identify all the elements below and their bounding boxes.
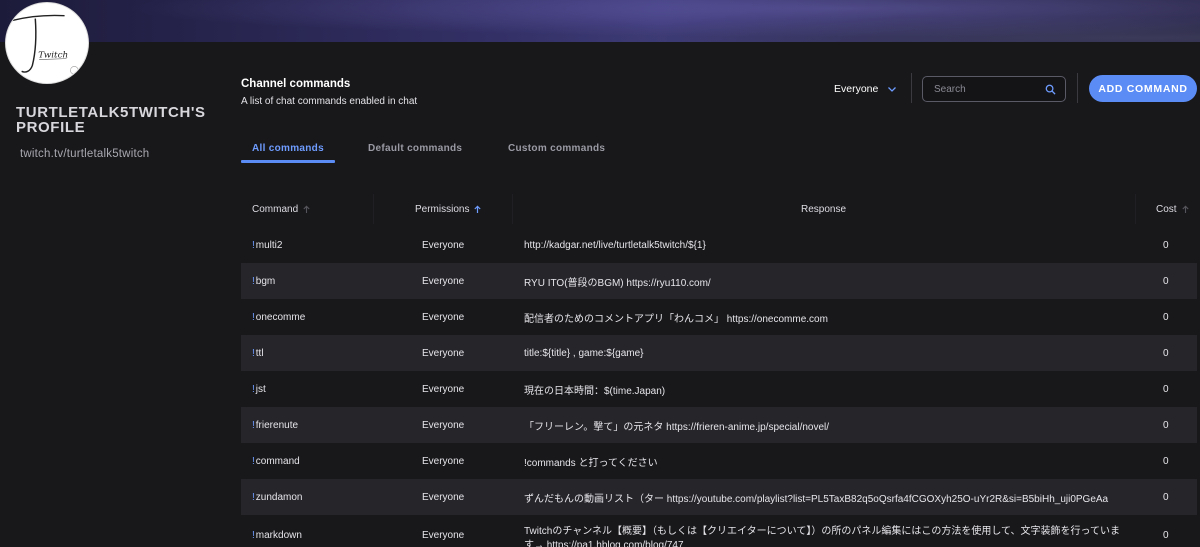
column-divider xyxy=(373,194,374,224)
command-name: command xyxy=(255,455,300,467)
permission-cell: Everyone xyxy=(422,275,465,287)
permission-cell: Everyone xyxy=(422,529,465,541)
command-name: onecomme xyxy=(255,311,306,323)
command-prefix: ! xyxy=(252,529,255,541)
active-tab-indicator xyxy=(241,160,335,163)
sort-arrow-up-icon xyxy=(474,205,482,213)
table-row[interactable]: ! multi2 Everyone http://kadgar.net/live/… xyxy=(241,227,1197,263)
command-name: jst xyxy=(255,383,266,395)
command-cell: ! zundamon xyxy=(252,479,302,515)
column-header-cost-label: Cost xyxy=(1156,204,1177,215)
command-prefix: ! xyxy=(252,275,255,287)
column-header-response-label: Response xyxy=(801,204,847,215)
search-icon[interactable] xyxy=(1045,84,1056,95)
response-cell: Twitchのチャンネル【概要】（もしくは【クリエイターについて】）の所のパネル… xyxy=(524,526,1121,547)
permission-filter-dropdown[interactable]: Everyone xyxy=(826,76,902,102)
permission-cell: Everyone xyxy=(422,239,465,251)
cost-cell: 0 xyxy=(1163,347,1169,359)
cost-cell: 0 xyxy=(1163,455,1169,467)
table-row[interactable]: ! frierenute Everyone 「フリーレン。撃て」の元ネタ http… xyxy=(241,407,1197,443)
avatar-logo-icon: Twitch xyxy=(11,14,79,75)
command-name: ttl xyxy=(255,347,264,359)
cost-cell: 0 xyxy=(1163,491,1169,503)
tab-all-commands[interactable]: All commands xyxy=(252,143,324,154)
table-row[interactable]: ! bgm Everyone RYU ITO(普段のBGM) https://ry… xyxy=(241,263,1197,299)
divider xyxy=(911,73,912,103)
permission-cell: Everyone xyxy=(422,383,465,395)
table-header: Command Permissions Response Cost xyxy=(241,194,1200,224)
command-prefix: ! xyxy=(252,239,255,251)
command-prefix: ! xyxy=(252,383,255,395)
search-input[interactable] xyxy=(923,83,1041,95)
command-prefix: ! xyxy=(252,455,255,467)
command-cell: ! markdown xyxy=(252,515,302,547)
page-title: Channel commands xyxy=(241,78,351,90)
divider xyxy=(1077,73,1078,103)
profile-banner xyxy=(0,0,1200,42)
column-divider xyxy=(1135,194,1136,224)
sort-arrow-up-icon xyxy=(1181,205,1189,213)
avatar[interactable]: Twitch xyxy=(5,2,89,84)
command-name: zundamon xyxy=(255,491,303,503)
tab-custom-commands[interactable]: Custom commands xyxy=(508,143,605,154)
command-prefix: ! xyxy=(252,491,255,503)
response-cell: RYU ITO(普段のBGM) https://ryu110.com/ xyxy=(524,277,711,289)
response-cell: ずんだもんの動画リスト（ター https://youtube.com/playl… xyxy=(524,493,1109,505)
permission-cell: Everyone xyxy=(422,455,465,467)
cost-cell: 0 xyxy=(1163,419,1169,431)
command-cell: ! jst xyxy=(252,371,266,407)
command-prefix: ! xyxy=(252,311,255,323)
column-header-permissions[interactable]: Permissions xyxy=(415,204,482,215)
response-cell: title:${title} , game:${game} xyxy=(524,347,644,359)
column-header-command-label: Command xyxy=(252,204,299,215)
search-field[interactable] xyxy=(922,76,1066,102)
permission-cell: Everyone xyxy=(422,491,465,503)
command-cell: ! multi2 xyxy=(252,227,282,263)
column-divider xyxy=(512,194,513,224)
response-cell: 「フリーレン。撃て」の元ネタ https://frieren-anime.jp/… xyxy=(524,421,830,433)
command-name: multi2 xyxy=(255,239,283,251)
response-cell: !commands と打ってください xyxy=(524,457,658,469)
command-cell: ! onecomme xyxy=(252,299,305,335)
add-command-button[interactable]: ADD COMMAND xyxy=(1089,75,1197,102)
profile-url[interactable]: twitch.tv/turtletalk5twitch xyxy=(20,148,149,160)
table-row[interactable]: ! zundamon Everyone ずんだもんの動画リスト（ター https:… xyxy=(241,479,1197,515)
table-row[interactable]: ! onecomme Everyone 配信者のためのコメントアプリ「わんコメ」 … xyxy=(241,299,1197,335)
commands-table-body: ! multi2 Everyone http://kadgar.net/live/… xyxy=(241,227,1197,547)
tab-default-commands[interactable]: Default commands xyxy=(368,143,462,154)
cost-cell: 0 xyxy=(1163,529,1169,541)
column-header-permissions-label: Permissions xyxy=(415,204,470,215)
cost-cell: 0 xyxy=(1163,383,1169,395)
command-name: bgm xyxy=(255,275,276,287)
command-name: frierenute xyxy=(255,419,299,431)
column-header-command[interactable]: Command xyxy=(252,204,311,215)
command-prefix: ! xyxy=(252,347,255,359)
permission-filter-label: Everyone xyxy=(834,83,879,95)
page-subtitle: A list of chat commands enabled in chat xyxy=(241,96,418,107)
response-cell: http://kadgar.net/live/turtletalk5twitch… xyxy=(524,239,706,251)
table-row[interactable]: ! ttl Everyone title:${title} , game:${ga… xyxy=(241,335,1197,371)
command-prefix: ! xyxy=(252,419,255,431)
cost-cell: 0 xyxy=(1163,275,1169,287)
column-header-response: Response xyxy=(801,204,846,215)
command-cell: ! ttl xyxy=(252,335,264,371)
response-cell: 現在の日本時間：$(time.Japan) xyxy=(524,385,666,397)
profile-title: TURTLETALK5TWITCH'S PROFILE xyxy=(16,104,206,136)
table-row[interactable]: ! markdown Everyone Twitchのチャンネル【概要】（もしくは… xyxy=(241,515,1197,547)
cost-cell: 0 xyxy=(1163,239,1169,251)
command-cell: ! command xyxy=(252,443,300,479)
command-cell: ! frierenute xyxy=(252,407,298,443)
response-cell: 配信者のためのコメントアプリ「わんコメ」 https://onecomme.co… xyxy=(524,313,828,325)
chevron-down-icon xyxy=(888,87,897,92)
permission-cell: Everyone xyxy=(422,419,465,431)
cost-cell: 0 xyxy=(1163,311,1169,323)
column-header-cost[interactable]: Cost xyxy=(1156,204,1190,215)
sort-arrow-up-icon xyxy=(303,205,310,213)
permission-cell: Everyone xyxy=(422,347,465,359)
command-cell: ! bgm xyxy=(252,263,275,299)
table-row[interactable]: ! command Everyone !commands と打ってください 0 xyxy=(241,443,1197,479)
command-name: markdown xyxy=(255,529,302,541)
permission-cell: Everyone xyxy=(422,311,465,323)
table-row[interactable]: ! jst Everyone 現在の日本時間：$(time.Japan) 0 xyxy=(241,371,1197,407)
